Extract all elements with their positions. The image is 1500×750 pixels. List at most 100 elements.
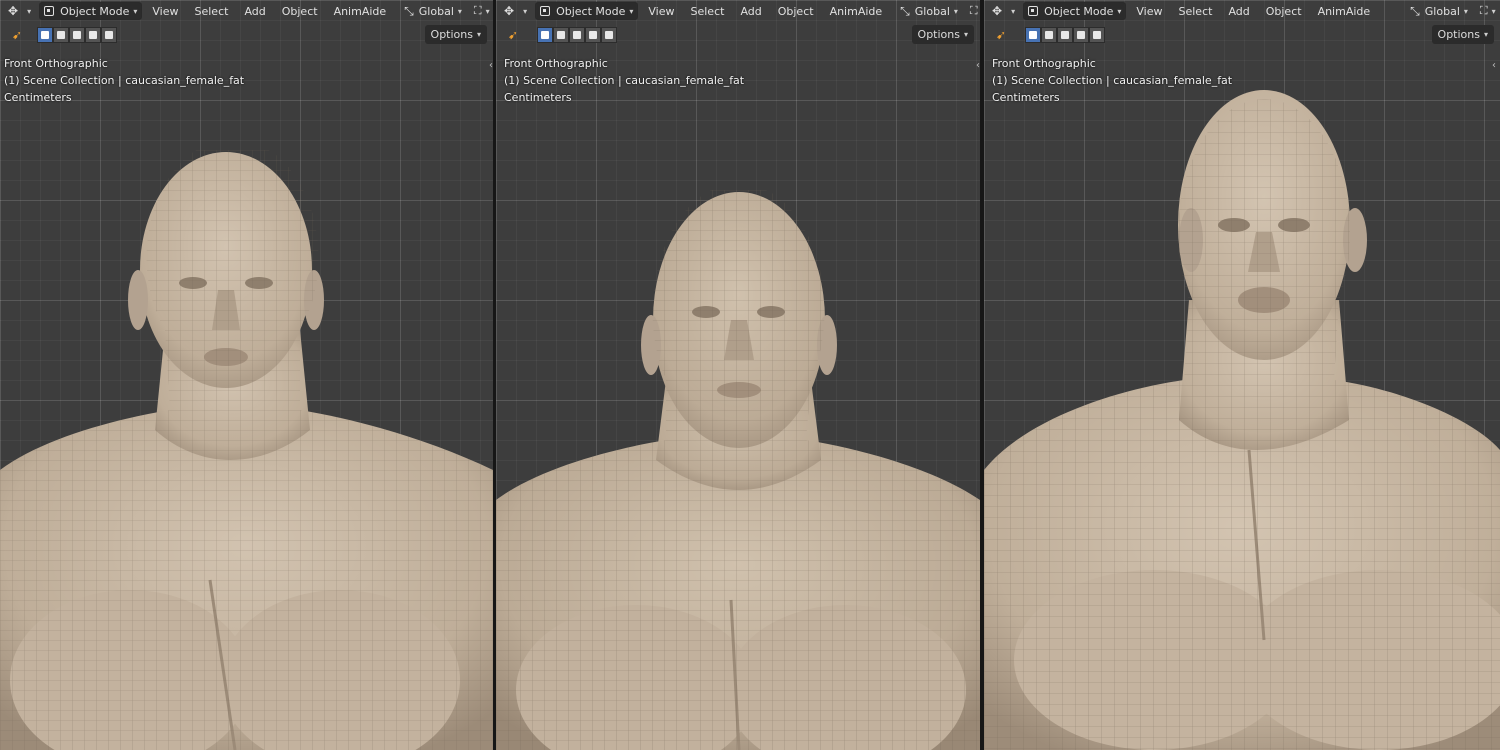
select-subtract-icon[interactable] — [1057, 27, 1073, 43]
menu-select[interactable]: Select — [685, 2, 731, 20]
mode-label: Object Mode — [556, 4, 626, 18]
menu-add[interactable]: Add — [734, 2, 767, 20]
mesh-figure-3 — [984, 90, 1500, 750]
sidebar-toggle-icon[interactable]: ‹ — [1492, 60, 1496, 71]
select-extend-icon[interactable] — [53, 27, 69, 43]
gizmo-icon[interactable]: ✥ ▾ — [4, 2, 35, 20]
select-extend-icon[interactable] — [1041, 27, 1057, 43]
viewport-header: ✥ ▾ Object Mode ▾ View Select Add Object … — [984, 0, 1500, 22]
transform-orientation-label: Global — [914, 4, 950, 18]
options-label: Options — [1437, 28, 1480, 41]
select-intersect-icon[interactable] — [601, 27, 617, 43]
object-mode-icon — [44, 6, 55, 16]
transform-orientation-icon: ⤡ — [900, 3, 910, 18]
menu-object[interactable]: Object — [1260, 2, 1308, 20]
chevron-down-icon: ▾ — [963, 30, 968, 39]
select-intersect-icon[interactable] — [1089, 27, 1105, 43]
transform-orientation-icon: ⤡ — [404, 3, 414, 18]
select-tool-icon[interactable]: ➹ — [8, 27, 26, 43]
blender-app: ✥ ▾ Object Mode ▾ View Select Add Object … — [0, 0, 1500, 750]
transform-orientation-icon: ⤡ — [1410, 3, 1420, 18]
menu-animaide[interactable]: AnimAide — [328, 2, 393, 20]
menu-object[interactable]: Object — [772, 2, 820, 20]
menu-view[interactable]: View — [146, 2, 184, 20]
chevron-down-icon: ▾ — [133, 6, 138, 16]
tool-header: ➹ Options ▾ — [984, 24, 1500, 46]
select-new-icon[interactable] — [537, 27, 553, 43]
chevron-down-icon: ▾ — [457, 6, 462, 16]
snap-icon[interactable]: ⛶ ▾ — [1476, 2, 1500, 20]
select-intersect-icon[interactable] — [101, 27, 117, 43]
chevron-down-icon: ▾ — [1463, 6, 1468, 16]
options-dropdown[interactable]: Options ▾ — [1431, 25, 1494, 44]
collection-line: (1) Scene Collection | caucasian_female_… — [4, 74, 245, 87]
menu-animaide[interactable]: AnimAide — [824, 2, 889, 20]
gizmo-icon[interactable]: ✥ ▾ — [500, 2, 531, 20]
select-invert-icon[interactable] — [85, 27, 101, 43]
select-new-icon[interactable] — [1025, 27, 1041, 43]
snap-icon[interactable]: ⛶ — [966, 2, 980, 20]
viewport-1[interactable]: ✥ ▾ Object Mode ▾ View Select Add Object … — [0, 0, 493, 750]
mesh-figure-1 — [0, 150, 493, 750]
options-label: Options — [917, 28, 960, 41]
menu-view[interactable]: View — [642, 2, 680, 20]
menu-animaide[interactable]: AnimAide — [1312, 2, 1377, 20]
chevron-down-icon: ▾ — [1117, 6, 1122, 16]
viewport-header: ✥ ▾ Object Mode ▾ View Select Add Object … — [0, 0, 493, 22]
object-mode-icon — [1028, 6, 1039, 16]
viewport-2[interactable]: ✥ ▾ Object Mode ▾ View Select Add Object … — [496, 0, 980, 750]
view-name: Front Orthographic — [4, 57, 108, 70]
transform-orientation-label: Global — [1424, 4, 1460, 18]
viewport-header: ✥ ▾ Object Mode ▾ View Select Add Object … — [496, 0, 980, 22]
transform-orientation-label: Global — [418, 4, 454, 18]
menu-select[interactable]: Select — [1173, 2, 1219, 20]
tool-header: ➹ Options ▾ — [0, 24, 493, 46]
options-label: Options — [430, 28, 473, 41]
transform-orientation-dropdown[interactable]: ⤡ Global ▾ — [1406, 2, 1472, 20]
viewport-overlay-text: Front Orthographic (1) Scene Collection … — [992, 55, 1232, 106]
mode-dropdown[interactable]: Object Mode ▾ — [39, 2, 143, 20]
options-dropdown[interactable]: Options ▾ — [424, 25, 487, 44]
transform-orientation-dropdown[interactable]: ⤡ Global ▾ — [400, 2, 466, 20]
viewport-overlay-text: Front Orthographic (1) Scene Collection … — [4, 55, 244, 106]
chevron-down-icon: ▾ — [953, 6, 958, 16]
view-name: Front Orthographic — [992, 57, 1096, 70]
transform-orientation-dropdown[interactable]: ⤡ Global ▾ — [896, 2, 962, 20]
select-invert-icon[interactable] — [1073, 27, 1089, 43]
select-extend-icon[interactable] — [553, 27, 569, 43]
snap-icon[interactable]: ⛶ ▾ — [470, 2, 493, 20]
menu-object[interactable]: Object — [276, 2, 324, 20]
select-mode-group — [37, 27, 117, 43]
object-mode-icon — [540, 6, 551, 16]
select-tool-icon[interactable]: ➹ — [992, 27, 1010, 43]
tool-header: ➹ Options ▾ — [496, 24, 980, 46]
select-new-icon[interactable] — [37, 27, 53, 43]
menu-select[interactable]: Select — [189, 2, 235, 20]
mesh-figure-2 — [496, 190, 980, 750]
mode-dropdown[interactable]: Object Mode ▾ — [1023, 2, 1127, 20]
options-dropdown[interactable]: Options ▾ — [911, 25, 974, 44]
mode-dropdown[interactable]: Object Mode ▾ — [535, 2, 639, 20]
chevron-down-icon: ▾ — [476, 30, 481, 39]
gizmo-icon[interactable]: ✥ ▾ — [988, 2, 1019, 20]
select-tool-icon[interactable]: ➹ — [504, 27, 522, 43]
mode-label: Object Mode — [60, 4, 130, 18]
chevron-down-icon: ▾ — [1483, 30, 1488, 39]
select-invert-icon[interactable] — [585, 27, 601, 43]
select-subtract-icon[interactable] — [569, 27, 585, 43]
mode-label: Object Mode — [1044, 4, 1114, 18]
viewport-3[interactable]: ✥ ▾ Object Mode ▾ View Select Add Object … — [984, 0, 1500, 750]
menu-view[interactable]: View — [1130, 2, 1168, 20]
select-subtract-icon[interactable] — [69, 27, 85, 43]
view-name: Front Orthographic — [504, 57, 608, 70]
units-label: Centimeters — [4, 91, 72, 104]
viewport-overlay-text: Front Orthographic (1) Scene Collection … — [504, 55, 744, 106]
units-label: Centimeters — [504, 91, 572, 104]
units-label: Centimeters — [992, 91, 1060, 104]
chevron-down-icon: ▾ — [629, 6, 634, 16]
select-mode-group — [537, 27, 617, 43]
menu-add[interactable]: Add — [238, 2, 271, 20]
menu-add[interactable]: Add — [1222, 2, 1255, 20]
collection-line: (1) Scene Collection | caucasian_female_… — [992, 74, 1233, 87]
select-mode-group — [1025, 27, 1105, 43]
